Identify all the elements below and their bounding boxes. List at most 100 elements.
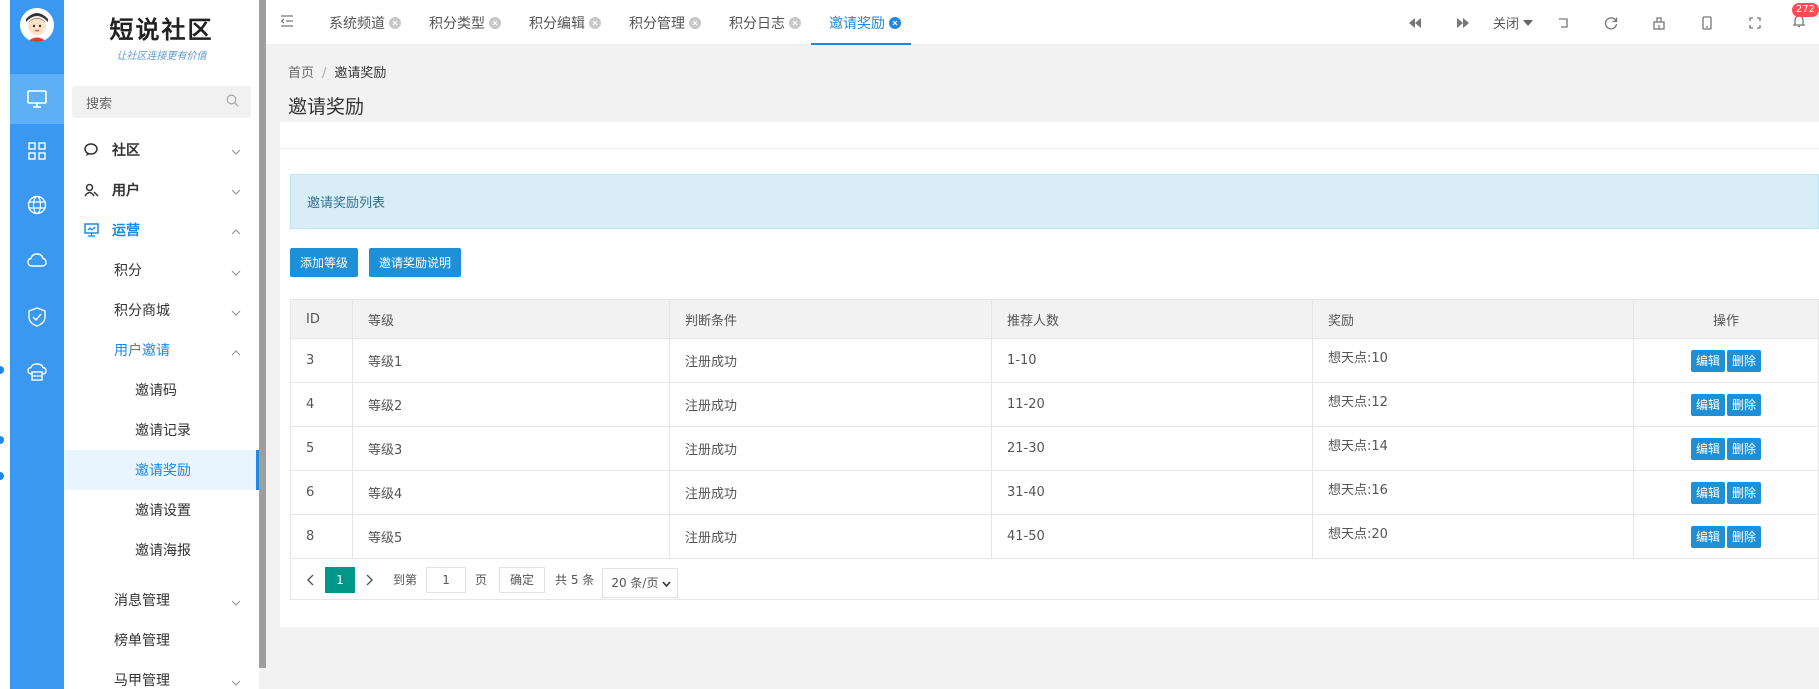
rewind-icon[interactable] (1391, 0, 1439, 45)
table-row: 6 等级4 注册成功 31-40 想天点:16 编辑 删除 (290, 470, 1819, 515)
delete-button[interactable]: 删除 (1727, 525, 1762, 548)
cell-count: 21-30 (991, 426, 1313, 471)
sidebar-item-label: 积分商城 (114, 303, 170, 319)
cell-condition: 注册成功 (669, 470, 992, 515)
close-dropdown[interactable]: 关闭 (1487, 0, 1539, 45)
back-icon[interactable] (1539, 0, 1587, 45)
edit-button[interactable]: 编辑 (1690, 525, 1725, 548)
sidebar-scrollbar[interactable] (259, 0, 266, 668)
delete-button[interactable]: 删除 (1727, 393, 1762, 416)
close-icon[interactable] (889, 16, 901, 29)
tab-points-type[interactable]: 积分类型 (411, 0, 511, 45)
fast-forward-icon[interactable] (1439, 0, 1487, 45)
add-level-button[interactable]: 添加等级 (290, 248, 358, 277)
globe-icon[interactable] (10, 180, 64, 230)
cell-level: 等级3 (352, 426, 670, 471)
invite-description-button[interactable]: 邀请奖励说明 (369, 248, 461, 277)
sidebar-item-vests[interactable]: 马甲管理 (64, 660, 259, 689)
tab-points-log[interactable]: 积分日志 (711, 0, 811, 45)
search-icon (226, 94, 239, 111)
cloud-icon[interactable] (10, 235, 64, 285)
cell-id: 4 (290, 382, 353, 427)
current-page[interactable]: 1 (325, 566, 355, 593)
tab-label: 系统频道 (329, 15, 385, 32)
cell-reward: 想天点:16 (1312, 470, 1634, 515)
goto-label: 到第 (393, 573, 418, 587)
column-header: 等级 (352, 299, 670, 339)
cloud-server-icon[interactable] (10, 347, 64, 397)
sidebar-item-invite-settings[interactable]: 邀请设置 (64, 490, 259, 530)
goto-confirm-button[interactable]: 确定 (499, 566, 546, 593)
tab-label: 邀请奖励 (829, 15, 885, 32)
sidebar-item-invite-poster[interactable]: 邀请海报 (64, 530, 259, 570)
goto-page-input[interactable] (426, 566, 467, 593)
monitor-icon[interactable] (10, 74, 64, 124)
grid-icon[interactable] (10, 126, 64, 176)
edit-button[interactable]: 编辑 (1690, 437, 1725, 460)
edit-button[interactable]: 编辑 (1690, 349, 1725, 372)
search-input[interactable]: 搜索 (72, 86, 251, 118)
mobile-icon[interactable] (1683, 0, 1731, 45)
close-icon[interactable] (389, 16, 401, 29)
brand-logo: 短说社区 让社区连接更有价值 (64, 0, 259, 72)
cell-level: 等级5 (352, 514, 670, 559)
chevron-down-icon (231, 184, 241, 199)
tab-system-channel[interactable]: 系统频道 (311, 0, 411, 45)
sidebar-item-label: 榜单管理 (114, 633, 170, 649)
refresh-icon[interactable] (1587, 0, 1635, 45)
sidebar-item-rankings[interactable]: 榜单管理 (64, 620, 259, 660)
brand-title: 短说社区 (109, 15, 214, 44)
caret-down-icon (1523, 15, 1533, 30)
cell-actions: 编辑 删除 (1633, 470, 1819, 515)
page-title: 邀请奖励 (288, 96, 365, 118)
sidebar-item-invite-code[interactable]: 邀请码 (64, 370, 259, 410)
page-size-select[interactable]: 20 条/页 (602, 567, 679, 598)
page-size-value: 20 条/页 (611, 576, 659, 590)
shield-icon[interactable] (10, 292, 64, 342)
sidebar-item-invite-records[interactable]: 邀请记录 (64, 410, 259, 450)
sidebar-item-messages[interactable]: 消息管理 (64, 580, 259, 620)
sidebar-item-points-mall[interactable]: 积分商城 (64, 290, 259, 330)
table-row: 3 等级1 注册成功 1-10 想天点:10 编辑 删除 (290, 338, 1819, 383)
menu-fold-icon[interactable] (280, 14, 294, 32)
avatar[interactable] (20, 8, 54, 42)
notification-button[interactable]: 272 (1779, 0, 1819, 45)
cell-count: 41-50 (991, 514, 1313, 559)
chevron-down-icon (231, 264, 241, 280)
sidebar-item-operations[interactable]: 运营 (64, 210, 259, 250)
edit-button[interactable]: 编辑 (1690, 393, 1725, 416)
tab-points-manage[interactable]: 积分管理 (611, 0, 711, 45)
close-icon[interactable] (589, 16, 601, 29)
sidebar-item-invite-rewards[interactable]: 邀请奖励 (64, 450, 259, 490)
chevron-down-icon (231, 304, 241, 320)
sidebar-item-points[interactable]: 积分 (64, 250, 259, 290)
cell-actions: 编辑 删除 (1633, 338, 1819, 383)
tab-label: 积分管理 (629, 15, 685, 32)
breadcrumb-home[interactable]: 首页 (288, 66, 314, 81)
tab-invite-rewards[interactable]: 邀请奖励 (811, 0, 911, 45)
sidebar-item-community[interactable]: 社区 (64, 130, 259, 170)
content-card: 邀请奖励列表 添加等级 邀请奖励说明 ID 等级 判断条件 推荐人数 奖励 操作… (280, 122, 1819, 627)
chat-icon (84, 143, 102, 157)
column-header: 推荐人数 (991, 299, 1313, 339)
fullscreen-icon[interactable] (1731, 0, 1779, 45)
next-page-icon[interactable] (355, 567, 385, 593)
delete-button[interactable]: 删除 (1727, 437, 1762, 460)
delete-button[interactable]: 删除 (1727, 481, 1762, 504)
prev-page-icon[interactable] (295, 567, 325, 593)
top-bar: 系统频道 积分类型 积分编辑 积分管理 积分日志 邀请奖励 关闭 272 (266, 0, 1819, 45)
edge-dot (0, 472, 4, 480)
delete-button[interactable]: 删除 (1727, 349, 1762, 372)
clear-cache-icon[interactable] (1635, 0, 1683, 45)
table-row: 8 等级5 注册成功 41-50 想天点:20 编辑 删除 (290, 514, 1819, 559)
sidebar-item-users[interactable]: 用户 (64, 170, 259, 210)
sidebar-item-user-invite[interactable]: 用户邀请 (64, 330, 259, 370)
close-icon[interactable] (689, 16, 701, 29)
close-icon[interactable] (789, 16, 801, 29)
sidebar-item-label: 用户邀请 (114, 343, 170, 359)
toolbar: 关闭 272 (1391, 0, 1819, 45)
edit-button[interactable]: 编辑 (1690, 481, 1725, 504)
close-icon[interactable] (489, 16, 501, 29)
tab-points-edit[interactable]: 积分编辑 (511, 0, 611, 45)
brand-subtitle: 让社区连接更有价值 (116, 51, 207, 62)
